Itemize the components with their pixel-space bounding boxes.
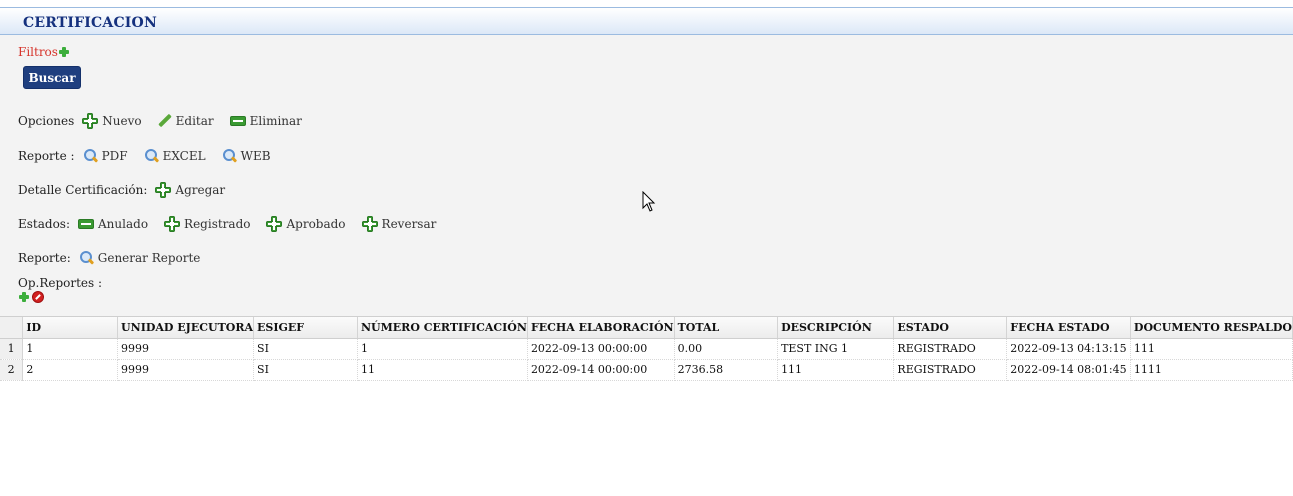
approve-button[interactable]: Aprobado bbox=[266, 216, 346, 232]
column-header[interactable]: ESTADO bbox=[893, 317, 1008, 339]
filters-toggle[interactable]: Filtros bbox=[18, 45, 69, 59]
minus-icon bbox=[78, 219, 95, 229]
search-icon bbox=[222, 148, 237, 163]
generate-report-label: Generar Reporte bbox=[97, 250, 201, 265]
filter-panel: Filtros Buscar Opciones Nuevo Editar Eli… bbox=[0, 35, 1293, 316]
add-label: Agregar bbox=[175, 183, 226, 197]
column-header[interactable]: DESCRIPCIÓN bbox=[777, 317, 895, 339]
add-detail-button[interactable]: Agregar bbox=[155, 182, 225, 198]
table-cell: 2 bbox=[22, 359, 119, 381]
plus-icon bbox=[82, 113, 99, 129]
table-cell: TEST ING 1 bbox=[777, 338, 895, 360]
table-cell: 2022-09-13 00:00:00 bbox=[527, 338, 675, 360]
options-label: Opciones bbox=[18, 114, 75, 128]
pdf-label: PDF bbox=[101, 148, 128, 163]
new-label: Nuevo bbox=[102, 114, 142, 128]
column-header[interactable]: ID bbox=[22, 317, 119, 339]
add-report-icon[interactable] bbox=[19, 292, 29, 302]
filters-label: Filtros bbox=[18, 45, 58, 59]
table-cell: 11 bbox=[357, 359, 528, 381]
search-icon bbox=[79, 250, 94, 265]
delete-label: Eliminar bbox=[249, 114, 302, 128]
options-row: Opciones Nuevo Editar Eliminar bbox=[18, 113, 318, 129]
report-label: Reporte : bbox=[18, 148, 75, 163]
table-cell: 2022-09-14 00:00:00 bbox=[527, 359, 675, 381]
column-header[interactable]: FECHA ELABORACIÓN bbox=[527, 317, 675, 339]
top-strip bbox=[0, 0, 1293, 8]
reverse-label: Reversar bbox=[381, 217, 437, 231]
reverse-button[interactable]: Reversar bbox=[361, 216, 437, 232]
table-cell: SI bbox=[253, 359, 358, 381]
generate-report-button[interactable]: Generar Reporte bbox=[79, 250, 201, 265]
minus-icon bbox=[229, 116, 246, 126]
table-cell: 2022-09-13 04:13:15 bbox=[1006, 338, 1131, 360]
table-cell: REGISTRADO bbox=[893, 338, 1008, 360]
column-header[interactable]: DOCUMENTO RESPALDO bbox=[1130, 317, 1293, 339]
table-cell: 1111 bbox=[1130, 359, 1293, 381]
table-cell: SI bbox=[253, 338, 358, 360]
table-cell: REGISTRADO bbox=[893, 359, 1008, 381]
mouse-cursor-icon bbox=[642, 191, 656, 212]
new-button[interactable]: Nuevo bbox=[82, 113, 142, 129]
table-cell: 0.00 bbox=[674, 338, 779, 360]
report-web-button[interactable]: WEB bbox=[222, 148, 271, 163]
table-cell: 1 bbox=[22, 338, 119, 360]
certification-grid: ID UNIDAD EJECUTORA ESIGEF NÚMERO CERTIF… bbox=[0, 316, 1293, 496]
search-button[interactable]: Buscar bbox=[23, 66, 81, 89]
states-label: Estados: bbox=[18, 217, 71, 231]
plus-icon bbox=[266, 216, 283, 232]
page-title: CERTIFICACION bbox=[23, 15, 157, 31]
edit-label: Editar bbox=[175, 114, 214, 128]
delete-button[interactable]: Eliminar bbox=[229, 114, 302, 128]
report-excel-button[interactable]: EXCEL bbox=[144, 148, 206, 163]
column-header[interactable]: ESIGEF bbox=[253, 317, 358, 339]
opreports-label: Op.Reportes : bbox=[18, 276, 103, 290]
annul-button[interactable]: Anulado bbox=[78, 217, 148, 231]
column-header[interactable]: NÚMERO CERTIFICACIÓN bbox=[357, 317, 528, 339]
column-header[interactable]: TOTAL bbox=[674, 317, 779, 339]
table-cell: 2022-09-14 08:01:45 bbox=[1006, 359, 1131, 381]
table-row[interactable]: 1 1 9999 SI 1 2022-09-13 00:00:00 0.00 T… bbox=[0, 338, 1293, 360]
detail-row: Detalle Certificación: Agregar bbox=[18, 182, 241, 198]
remove-report-icon[interactable] bbox=[32, 291, 44, 303]
table-row[interactable]: 2 2 9999 SI 11 2022-09-14 00:00:00 2736.… bbox=[0, 359, 1293, 381]
column-header[interactable]: FECHA ESTADO bbox=[1006, 317, 1131, 339]
search-icon bbox=[83, 148, 98, 163]
report-pdf-button[interactable]: PDF bbox=[83, 148, 128, 163]
plus-icon bbox=[361, 216, 378, 232]
register-button[interactable]: Registrado bbox=[164, 216, 250, 232]
annul-label: Anulado bbox=[98, 217, 149, 231]
plus-icon bbox=[164, 216, 181, 232]
report-row: Reporte : PDF EXCEL WEB bbox=[18, 148, 287, 163]
generate-report-row: Reporte: Generar Reporte bbox=[18, 250, 216, 265]
row-number: 1 bbox=[0, 338, 24, 360]
plus-icon bbox=[155, 182, 172, 198]
table-cell: 111 bbox=[1130, 338, 1293, 360]
table-cell: 2736.58 bbox=[674, 359, 779, 381]
edit-button[interactable]: Editar bbox=[158, 114, 214, 128]
excel-label: EXCEL bbox=[162, 148, 206, 163]
report2-label: Reporte: bbox=[18, 250, 71, 265]
approve-label: Aprobado bbox=[286, 217, 346, 231]
row-number-header bbox=[0, 317, 24, 339]
web-label: WEB bbox=[240, 148, 271, 163]
table-header-row: ID UNIDAD EJECUTORA ESIGEF NÚMERO CERTIF… bbox=[0, 317, 1293, 339]
table-cell: 111 bbox=[777, 359, 895, 381]
search-icon bbox=[144, 148, 159, 163]
column-header[interactable]: UNIDAD EJECUTORA bbox=[117, 317, 255, 339]
row-number: 2 bbox=[0, 359, 24, 381]
table-cell: 9999 bbox=[117, 359, 255, 381]
table-cell: 1 bbox=[357, 338, 528, 360]
states-row: Estados: Anulado Registrado Aprobado Rev… bbox=[18, 216, 452, 232]
table-cell: 9999 bbox=[117, 338, 255, 360]
register-label: Registrado bbox=[184, 217, 251, 231]
title-bar: CERTIFICACION bbox=[0, 8, 1293, 35]
opreports-actions bbox=[18, 291, 44, 303]
pencil-icon bbox=[158, 114, 172, 128]
certification-table: ID UNIDAD EJECUTORA ESIGEF NÚMERO CERTIF… bbox=[0, 317, 1293, 381]
plus-icon bbox=[58, 47, 69, 57]
detail-label: Detalle Certificación: bbox=[18, 183, 148, 197]
